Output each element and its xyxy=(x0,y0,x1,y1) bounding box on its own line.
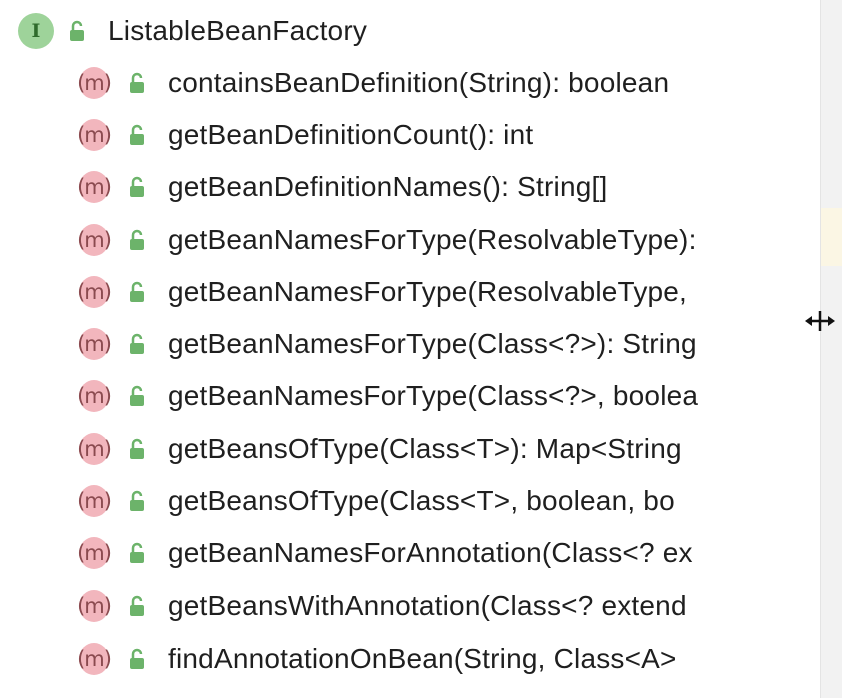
method-icon: (m) xyxy=(74,326,114,362)
method-signature: getBeanNamesForType(Class<?>): String xyxy=(168,328,697,359)
horizontal-resize-cursor-icon xyxy=(805,311,835,331)
structure-panel: I ListableBeanFactory (m) containsBeanDe… xyxy=(0,0,820,698)
public-lock-icon xyxy=(130,176,144,197)
public-lock-icon xyxy=(130,385,144,406)
public-lock-icon xyxy=(130,490,144,511)
tree-node-method[interactable]: (m) findAnnotationOnBean(String, Class<A… xyxy=(74,633,677,685)
method-icon: (m) xyxy=(74,222,114,258)
method-signature: getBeanNamesForType(ResolvableType): xyxy=(168,224,697,255)
method-signature: getBeanDefinitionNames(): String[] xyxy=(168,171,608,202)
method-signature: getBeanDefinitionCount(): int xyxy=(168,119,534,150)
public-lock-icon xyxy=(130,124,144,145)
interface-icon: I xyxy=(18,13,54,49)
public-lock-icon xyxy=(130,281,144,302)
method-signature: containsBeanDefinition(String): boolean xyxy=(168,67,670,98)
method-signature: getBeanNamesForAnnotation(Class<? ex xyxy=(168,537,693,568)
public-lock-icon xyxy=(130,438,144,459)
method-icon: (m) xyxy=(74,535,114,571)
method-signature: getBeansOfType(Class<T>): Map<String xyxy=(168,433,682,464)
method-signature: getBeanNamesForType(ResolvableType, xyxy=(168,276,688,307)
tree-node-interface[interactable]: I ListableBeanFactory xyxy=(18,5,367,57)
public-lock-icon xyxy=(130,542,144,563)
tree-node-method[interactable]: (m) getBeansWithAnnotation(Class<? exten… xyxy=(74,580,687,632)
public-lock-icon xyxy=(70,20,84,41)
method-icon: (m) xyxy=(74,274,114,310)
public-lock-icon xyxy=(130,72,144,93)
method-signature: findAnnotationOnBean(String, Class<A> xyxy=(168,643,677,674)
method-signature: getBeansOfType(Class<T>, boolean, bo xyxy=(168,485,675,516)
method-icon: (m) xyxy=(74,65,114,101)
method-icon: (m) xyxy=(74,641,114,677)
method-icon: (m) xyxy=(74,483,114,519)
public-lock-icon xyxy=(130,333,144,354)
splitter-bar[interactable] xyxy=(820,0,842,698)
method-signature: getBeanNamesForType(Class<?>, boolea xyxy=(168,380,699,411)
public-lock-icon xyxy=(130,595,144,616)
tree-node-method[interactable]: (m) getBeansOfType(Class<T>, boolean, bo xyxy=(74,475,675,527)
tree-node-method[interactable]: (m) getBeanDefinitionNames(): String[] xyxy=(74,161,607,213)
tree-node-method[interactable]: (m) getBeanNamesForType(Class<?>): Strin… xyxy=(74,318,697,370)
method-icon: (m) xyxy=(74,117,114,153)
public-lock-icon xyxy=(130,648,144,669)
tree-node-method[interactable]: (m) getBeanNamesForType(ResolvableType): xyxy=(74,214,697,266)
tree-node-method[interactable]: (m) containsBeanDefinition(String): bool… xyxy=(74,57,669,109)
tree-node-method[interactable]: (m) getBeanNamesForType(Class<?>, boolea xyxy=(74,370,698,422)
editor-marker xyxy=(821,208,842,266)
method-icon: (m) xyxy=(74,588,114,624)
interface-name: ListableBeanFactory xyxy=(108,15,368,46)
tree-node-method[interactable]: (m) getBeanNamesForAnnotation(Class<? ex xyxy=(74,527,693,579)
tree-node-method[interactable]: (m) getBeansOfType(Class<T>): Map<String xyxy=(74,423,682,475)
public-lock-icon xyxy=(130,229,144,250)
method-icon: (m) xyxy=(74,431,114,467)
method-signature: getBeansWithAnnotation(Class<? extend xyxy=(168,590,687,621)
tree-node-method[interactable]: (m) getBeanNamesForType(ResolvableType, xyxy=(74,266,687,318)
tree-node-method[interactable]: (m) getBeanDefinitionCount(): int xyxy=(74,109,533,161)
method-icon: (m) xyxy=(74,169,114,205)
method-icon: (m) xyxy=(74,378,114,414)
